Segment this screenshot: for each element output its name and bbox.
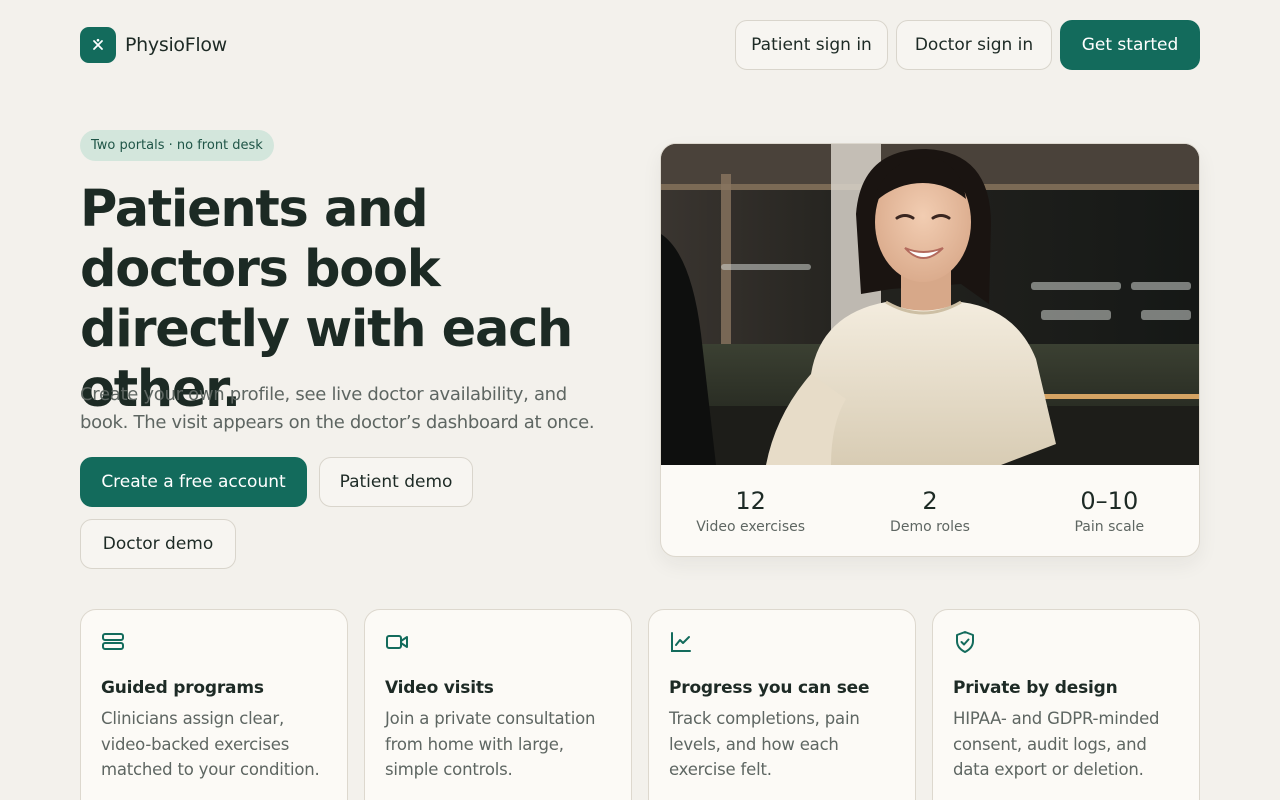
logo-icon [80, 27, 116, 63]
chart-icon [671, 632, 691, 652]
feature-description: Clinicians assign clear, video-backed ex… [101, 709, 320, 779]
stat-label: Pain scale [1074, 519, 1145, 535]
feature-card-video-visits: Video visits Join a private consultation… [364, 609, 632, 800]
feature-title: Private by design [953, 678, 1118, 698]
stat-video-exercises: 12 Video exercises [666, 487, 836, 535]
feature-description: Join a private consultation from home wi… [385, 709, 596, 779]
stat-label: Video exercises [696, 519, 806, 535]
doctor-demo-button[interactable]: Doctor demo [80, 519, 236, 569]
doctor-sign-in-button[interactable]: Doctor sign in [896, 20, 1052, 70]
feature-title: Guided programs [101, 678, 264, 698]
brand-name: PhysioFlow [125, 34, 227, 56]
nav-actions: Patient sign in Doctor sign in Get start… [735, 20, 1200, 70]
layers-icon [102, 633, 124, 650]
feature-card-progress: Progress you can see Track completions, … [648, 609, 916, 800]
create-account-button[interactable]: Create a free account [80, 457, 307, 507]
feature-cards: Guided programs Clinicians assign clear,… [80, 609, 1200, 800]
brand[interactable]: PhysioFlow [80, 27, 227, 63]
stat-value: 0–10 [1080, 487, 1139, 515]
feature-description: HIPAA- and GDPR-minded consent, audit lo… [953, 709, 1160, 779]
get-started-button[interactable]: Get started [1060, 20, 1200, 70]
hero-photo [661, 144, 1199, 465]
stat-label: Demo roles [890, 519, 970, 535]
feature-title: Progress you can see [669, 678, 870, 698]
stat-pain-scale: 0–10 Pain scale [1024, 487, 1194, 535]
feature-card-private: Private by design HIPAA- and GDPR-minded… [932, 609, 1200, 800]
shield-check-icon [956, 631, 974, 653]
feature-description: Track completions, pain levels, and how … [669, 709, 860, 779]
feature-title: Video visits [385, 678, 494, 698]
patient-sign-in-button[interactable]: Patient sign in [735, 20, 888, 70]
hero-badge: Two portals · no front desk [80, 130, 274, 161]
stat-demo-roles: 2 Demo roles [845, 487, 1015, 535]
stats-row: 12 Video exercises 2 Demo roles 0–10 Pai… [661, 465, 1199, 535]
video-icon [386, 635, 408, 649]
feature-card-guided-programs: Guided programs Clinicians assign clear,… [80, 609, 348, 800]
top-nav: PhysioFlow Patient sign in Doctor sign i… [80, 20, 1200, 70]
stat-value: 2 [922, 487, 938, 515]
hero-photo-card: 12 Video exercises 2 Demo roles 0–10 Pai… [660, 143, 1200, 557]
patient-demo-button[interactable]: Patient demo [319, 457, 473, 507]
hero-subtext: Create your own profile, see live doctor… [80, 384, 595, 433]
stat-value: 12 [735, 487, 766, 515]
